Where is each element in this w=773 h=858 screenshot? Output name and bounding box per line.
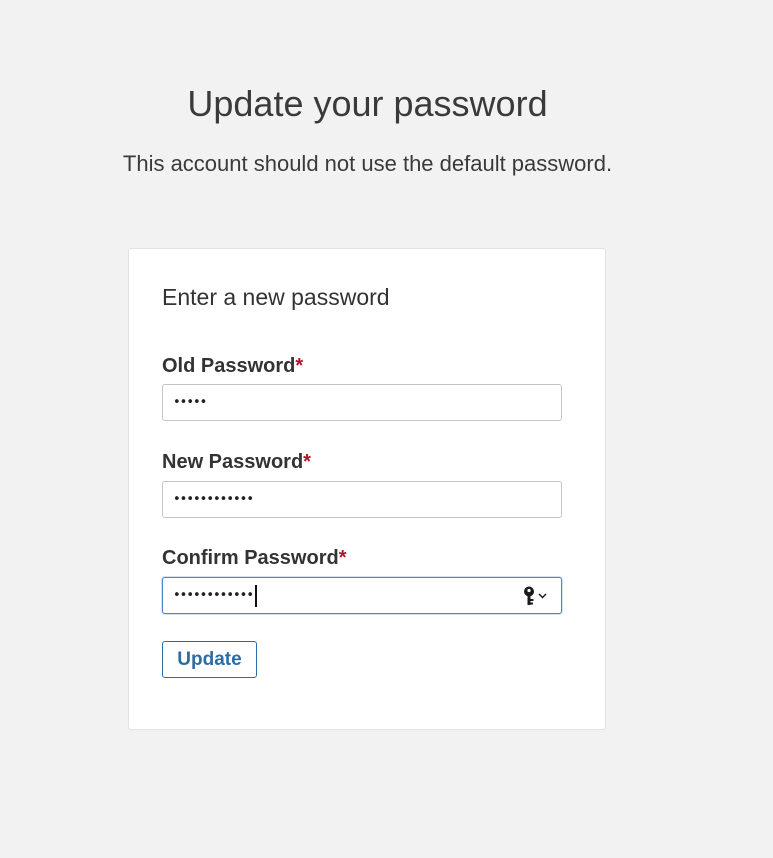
confirm-password-value: •••••••••••• — [173, 588, 254, 603]
confirm-password-label-text: Confirm Password — [162, 547, 339, 569]
old-password-label: Old Password* — [162, 354, 303, 378]
form-heading: Enter a new password — [162, 284, 390, 310]
old-password-field[interactable]: ••••• — [162, 384, 562, 421]
new-password-label: New Password* — [162, 450, 311, 474]
confirm-password-label: Confirm Password* — [162, 546, 347, 570]
old-password-label-text: Old Password — [162, 355, 296, 377]
required-marker: * — [338, 547, 347, 569]
required-marker: * — [303, 451, 311, 473]
page-title: Update your password — [187, 83, 548, 124]
required-marker: * — [295, 355, 304, 377]
text-caret — [255, 584, 257, 607]
new-password-value: •••••••••••• — [173, 492, 254, 507]
password-form-card: Enter a new password Old Password* •••••… — [128, 248, 606, 730]
password-manager-button[interactable] — [519, 584, 549, 608]
update-button[interactable]: Update — [162, 641, 257, 678]
old-password-value: ••••• — [173, 395, 207, 410]
new-password-field[interactable]: •••••••••••• — [162, 481, 562, 518]
new-password-label-text: New Password — [162, 451, 304, 473]
key-icon — [523, 586, 534, 605]
chevron-down-icon — [537, 593, 547, 599]
confirm-password-field[interactable]: •••••••••••• — [162, 577, 562, 614]
page-subtitle: This account should not use the default … — [122, 151, 613, 176]
